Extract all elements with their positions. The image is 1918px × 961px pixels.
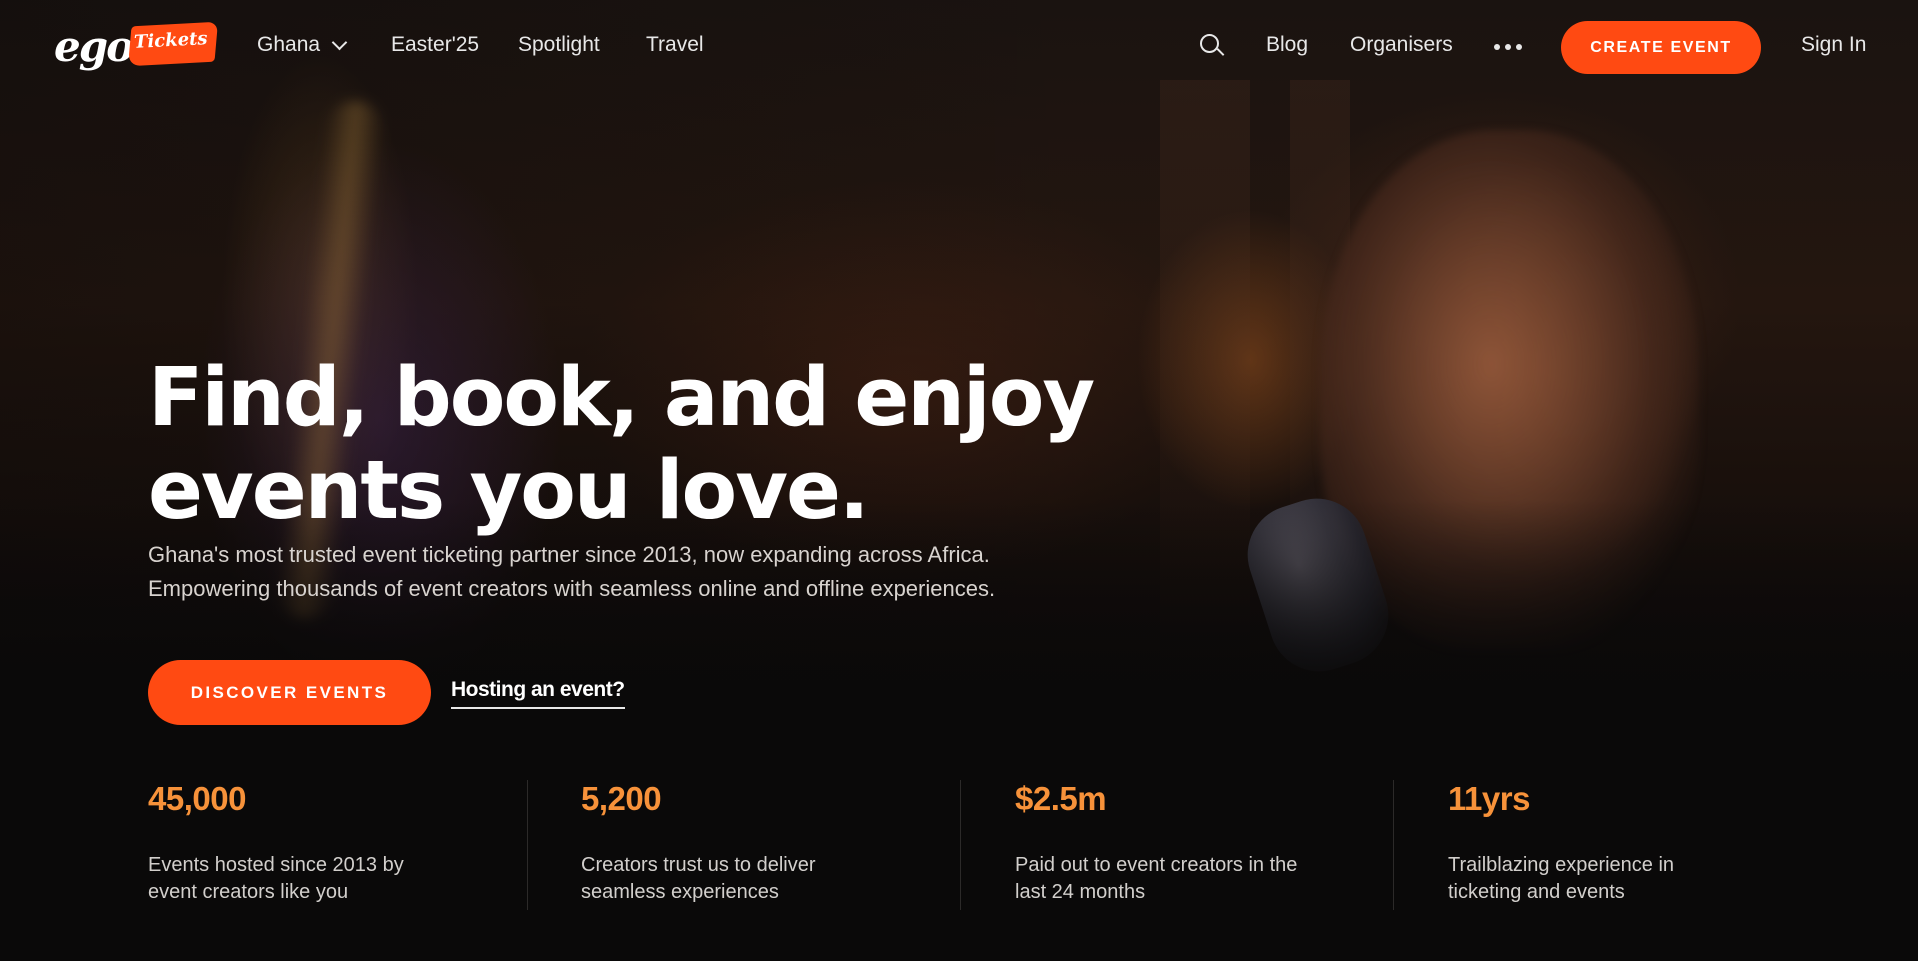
stat-description-line-2: last 24 months xyxy=(1015,881,1146,903)
stat-divider xyxy=(960,780,961,910)
stat-value: 45,000 xyxy=(148,780,246,817)
hero-subtitle-line-2: Empowering thousands of event creators w… xyxy=(148,576,996,601)
stat-description-line-2: ticketing and events xyxy=(1448,881,1625,903)
stat-description-line-2: seamless experiences xyxy=(581,881,779,903)
stat-value: 5,200 xyxy=(581,780,662,817)
stats-section: 45,000 Events hosted since 2013 by event… xyxy=(0,760,1918,961)
search-icon[interactable] xyxy=(1200,34,1225,60)
nav-link-travel[interactable]: Travel xyxy=(646,33,704,57)
stat-description: Creators trust us to deliver seamless ex… xyxy=(581,852,881,906)
stat-value: 11yrs xyxy=(1448,780,1530,817)
stat-description: Trailblazing experience in ticketing and… xyxy=(1448,852,1748,906)
chevron-down-icon xyxy=(331,34,348,50)
stat-paid-out: $2.5m Paid out to event creators in the … xyxy=(1015,780,1315,906)
hero-title-line-2: events you love. xyxy=(148,444,870,538)
stat-experience: 11yrs Trailblazing experience in ticketi… xyxy=(1448,780,1748,906)
create-event-button[interactable]: CREATE EVENT xyxy=(1561,21,1761,74)
top-navbar: ego Tickets Ghana Easter'25 Spotlight Tr… xyxy=(0,0,1918,94)
stat-description-line-1: Creators trust us to deliver xyxy=(581,854,816,876)
stat-description-line-1: Events hosted since 2013 by xyxy=(148,854,404,876)
hero-title: Find, book, and enjoy events you love. xyxy=(148,352,1128,538)
nav-link-blog[interactable]: Blog xyxy=(1266,33,1308,57)
nav-link-organisers[interactable]: Organisers xyxy=(1350,33,1453,57)
egotickets-logo[interactable]: ego Tickets xyxy=(54,20,219,76)
stat-description-line-1: Paid out to event creators in the xyxy=(1015,854,1298,876)
stat-divider xyxy=(1393,780,1394,910)
logo-wordmark: ego xyxy=(54,22,134,71)
nav-link-spotlight[interactable]: Spotlight xyxy=(518,33,600,57)
hero-title-line-1: Find, book, and enjoy xyxy=(148,351,1095,445)
stat-events-hosted: 45,000 Events hosted since 2013 by event… xyxy=(148,780,448,906)
stat-description: Events hosted since 2013 by event creato… xyxy=(148,852,448,906)
hero-subtitle-line-1: Ghana's most trusted event ticketing par… xyxy=(148,542,990,567)
hosting-event-link[interactable]: Hosting an event? xyxy=(451,678,625,709)
stat-divider xyxy=(527,780,528,910)
country-selector[interactable]: Ghana xyxy=(257,33,348,57)
sign-in-link[interactable]: Sign In xyxy=(1801,33,1866,57)
logo-badge-text: Tickets xyxy=(133,28,209,53)
stat-description-line-2: event creators like you xyxy=(148,881,349,903)
stat-description: Paid out to event creators in the last 2… xyxy=(1015,852,1315,906)
stat-value: $2.5m xyxy=(1015,780,1107,817)
hero-subtitle: Ghana's most trusted event ticketing par… xyxy=(148,538,1148,606)
stat-creators: 5,200 Creators trust us to deliver seaml… xyxy=(581,780,881,906)
more-options-icon[interactable] xyxy=(1494,44,1522,50)
discover-events-button[interactable]: DISCOVER EVENTS xyxy=(148,660,431,725)
nav-link-easter[interactable]: Easter'25 xyxy=(391,33,479,57)
country-label: Ghana xyxy=(257,33,321,56)
stat-description-line-1: Trailblazing experience in xyxy=(1448,854,1675,876)
